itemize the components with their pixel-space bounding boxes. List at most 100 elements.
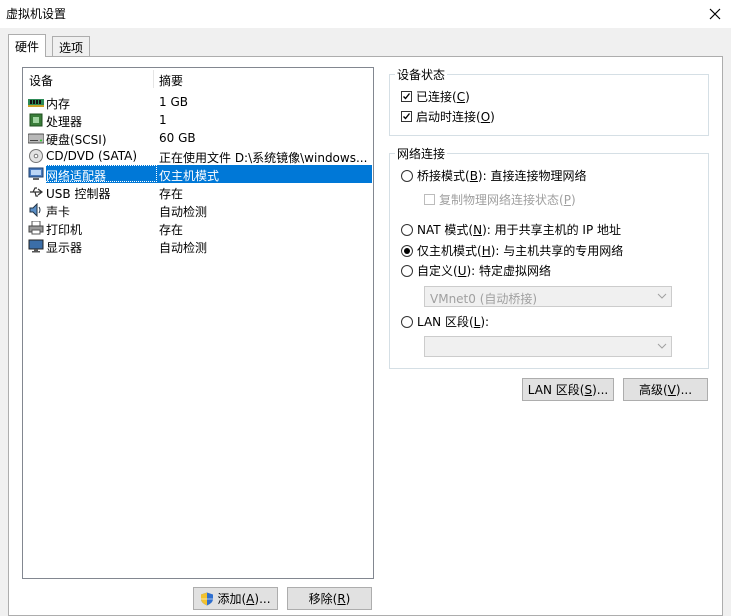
add-button-label-end: )... — [254, 591, 271, 606]
remove-button-label-end: ) — [345, 591, 351, 606]
device-name: 硬盘(SCSI) — [46, 133, 107, 147]
check-icon — [403, 93, 411, 100]
tab-hardware-label: 硬件 — [15, 40, 40, 54]
connected-key: C — [456, 89, 466, 104]
network-connection-title: 网络连接 — [395, 145, 448, 162]
device-row-processor[interactable]: 处理器 1 — [24, 111, 372, 129]
remove-button-key: R — [337, 591, 346, 606]
column-header-summary[interactable]: 摘要 — [159, 72, 183, 89]
device-row-display[interactable]: 显示器 自动检测 — [24, 237, 372, 255]
chevron-down-icon — [657, 293, 667, 299]
device-row-cd-dvd[interactable]: CD/DVD (SATA) 正在使用文件 D:\系统镜像\windows... — [24, 147, 372, 165]
custom-network-select[interactable]: VMnet0 (自动桥接) — [424, 286, 672, 307]
lan-segments-button-key: S — [584, 382, 593, 397]
device-summary: 仅主机模式 — [159, 169, 220, 183]
device-summary: 60 GB — [159, 131, 196, 145]
title-bar: 虚拟机设置 — [0, 0, 731, 28]
shield-icon — [201, 592, 214, 605]
device-row-sound-card[interactable]: 声卡 自动检测 — [24, 201, 372, 219]
column-divider — [153, 70, 154, 88]
connect-on-power-on-label: 启动时连接( — [416, 110, 481, 124]
sound-card-icon — [29, 203, 41, 217]
connected-label-end: ) — [465, 89, 470, 104]
device-summary: 1 GB — [159, 95, 188, 109]
replicate-state-key: P — [563, 192, 571, 207]
add-button[interactable]: 添加(A)... — [193, 587, 278, 610]
usb-icon — [30, 187, 43, 197]
device-name: 处理器 — [46, 115, 83, 129]
lan-segment-key: L — [473, 314, 481, 329]
device-summary: 正在使用文件 D:\系统镜像\windows... — [159, 151, 368, 165]
bridged-label-end: ): 直接连接物理网络 — [477, 169, 587, 183]
connect-on-power-on-checkbox[interactable]: 启动时连接(O) — [401, 108, 495, 125]
remove-button-label: 移除( — [308, 592, 338, 606]
column-header-device[interactable]: 设备 — [29, 72, 53, 89]
device-status-title: 设备状态 — [395, 66, 448, 83]
processor-icon — [29, 113, 43, 127]
replicate-state-label: 复制物理网络连接状态( — [439, 193, 564, 207]
device-summary: 自动检测 — [159, 241, 208, 255]
nat-label-end: ): 用于共享主机的 IP 地址 — [482, 223, 622, 237]
nat-radio[interactable]: NAT 模式(N): 用于共享主机的 IP 地址 — [401, 221, 621, 238]
bridged-key: B — [469, 168, 478, 183]
chevron-down-icon — [657, 343, 667, 349]
lan-segments-button-label-end: )... — [592, 382, 609, 397]
device-summary: 存在 — [159, 187, 184, 201]
remove-button[interactable]: 移除(R) — [287, 587, 372, 610]
device-row-printer[interactable]: 打印机 存在 — [24, 219, 372, 237]
tab-hardware[interactable]: 硬件 — [8, 34, 47, 57]
advanced-button[interactable]: 高级(V)... — [623, 378, 708, 401]
radio-button — [401, 315, 413, 328]
custom-key: U — [457, 263, 467, 278]
custom-radio[interactable]: 自定义(U): 特定虚拟网络 — [401, 262, 551, 279]
connect-on-power-on-key: O — [480, 109, 491, 124]
lan-segment-label-end: ): — [480, 314, 490, 329]
radio-button — [401, 223, 413, 236]
radio-dot — [404, 247, 410, 254]
printer-icon — [28, 221, 44, 235]
checkbox-box — [401, 91, 412, 102]
lan-segment-label: LAN 区段( — [417, 315, 474, 329]
advanced-button-key: V — [667, 382, 676, 397]
device-name: CD/DVD (SATA) — [46, 149, 138, 163]
lan-segment-radio[interactable]: LAN 区段(L): — [401, 313, 489, 330]
connect-on-power-on-label-end: ) — [490, 109, 495, 124]
close-icon — [709, 8, 721, 20]
harddisk-icon — [28, 133, 44, 144]
add-button-key: A — [246, 591, 255, 606]
device-row-usb[interactable]: USB 控制器 存在 — [24, 183, 372, 201]
radio-button — [401, 244, 413, 257]
device-row-harddisk[interactable]: 硬盘(SCSI) 60 GB — [24, 129, 372, 147]
device-summary: 存在 — [159, 223, 184, 237]
device-name: 声卡 — [46, 205, 71, 219]
network-adapter-icon — [28, 167, 44, 180]
custom-network-value: VMnet0 (自动桥接) — [430, 292, 538, 306]
bridged-radio[interactable]: 桥接模式(B): 直接连接物理网络 — [401, 167, 586, 184]
device-name: 内存 — [46, 97, 71, 111]
bridged-label: 桥接模式( — [417, 169, 470, 183]
host-only-label-end: ): 与主机共享的专用网络 — [490, 244, 624, 258]
tab-options[interactable]: 选项 — [52, 36, 91, 56]
device-summary: 1 — [159, 113, 167, 127]
add-button-label: 添加( — [217, 592, 247, 606]
connected-checkbox[interactable]: 已连接(C) — [401, 88, 470, 105]
tab-options-label: 选项 — [59, 41, 84, 55]
lan-segments-button[interactable]: LAN 区段(S)... — [522, 378, 614, 401]
device-row-memory[interactable]: 内存 1 GB — [24, 93, 372, 111]
host-only-label: 仅主机模式( — [417, 244, 482, 258]
checkbox-box — [424, 194, 435, 205]
host-only-radio[interactable]: 仅主机模式(H): 与主机共享的专用网络 — [401, 242, 623, 259]
device-list[interactable]: 设备 摘要 内存 1 GB 处理器 1 硬盘(SCSI) 60 GB CD/DV… — [22, 67, 374, 579]
device-status-group — [389, 74, 709, 136]
device-row-network-adapter[interactable]: 网络适配器 仅主机模式 — [24, 165, 372, 183]
custom-label: 自定义( — [417, 264, 458, 278]
close-button[interactable] — [699, 0, 731, 28]
checkbox-box — [401, 111, 412, 122]
memory-icon — [28, 99, 44, 107]
nat-label: NAT 模式( — [417, 223, 474, 237]
radio-button — [401, 169, 413, 182]
lan-segment-select[interactable] — [424, 336, 672, 357]
device-name: 显示器 — [46, 241, 83, 255]
replicate-state-checkbox[interactable]: 复制物理网络连接状态(P) — [424, 191, 576, 208]
advanced-button-label-end: )... — [675, 382, 693, 397]
